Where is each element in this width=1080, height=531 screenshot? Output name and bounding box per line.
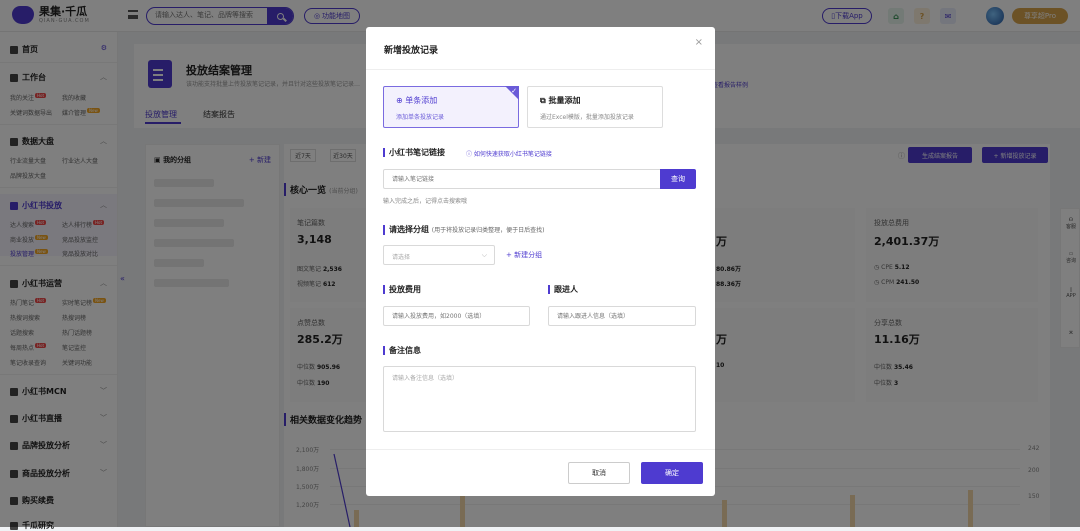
- add-group-link[interactable]: + 新建分组: [506, 250, 542, 260]
- add-record-modal: 新增投放记录 × ⊕ 单条添加 添加单条投放记录 ✓ ⧉ 批量添加 通过Exce…: [366, 27, 715, 496]
- group-select-placeholder: 请选择: [392, 254, 411, 261]
- modal-divider: [366, 69, 715, 70]
- group-label: 请选择分组 (用于将投放记录归类整理，便于日后查找): [383, 225, 544, 235]
- cost-label: 投放费用: [383, 285, 421, 294]
- single-add-desc: 添加单条投放记录: [396, 114, 445, 121]
- check-icon: ✓: [511, 87, 517, 95]
- link-help-text: 如何快速获取小红书笔记链接: [473, 151, 552, 158]
- question-icon: ⓘ: [466, 151, 474, 158]
- batch-add-title-text: 批量添加: [548, 96, 581, 105]
- follower-input[interactable]: [548, 306, 696, 326]
- batch-add-desc: 通过Excel模版，批量添加投放记录: [540, 114, 634, 121]
- group-select[interactable]: 请选择 ⌵: [383, 245, 495, 265]
- query-button[interactable]: 查询: [660, 169, 696, 189]
- group-hint: (用于将投放记录归类整理，便于日后查找): [431, 227, 545, 234]
- single-add-title: ⊕ 单条添加: [396, 95, 437, 106]
- modal-footer-divider: [366, 449, 715, 450]
- single-add-title-text: 单条添加: [405, 96, 438, 105]
- cost-input[interactable]: [383, 306, 530, 326]
- group-label-text: 请选择分组: [389, 225, 429, 234]
- batch-add-option[interactable]: ⧉ 批量添加 通过Excel模版，批量添加投放记录: [527, 86, 663, 128]
- modal-title: 新增投放记录: [384, 46, 439, 56]
- remark-textarea[interactable]: 请输入备注信息（选填）: [383, 366, 696, 432]
- note-link-input[interactable]: [383, 169, 661, 189]
- link-label: 小红书笔记链接: [383, 148, 445, 157]
- batch-add-title: ⧉ 批量添加: [540, 95, 581, 106]
- close-icon[interactable]: ×: [695, 37, 703, 48]
- confirm-button[interactable]: 确定: [641, 462, 703, 484]
- copy-icon: ⧉: [540, 96, 549, 105]
- remark-label: 备注信息: [383, 346, 421, 355]
- link-help-text: 输入完成之后，记得点击搜索哦: [383, 198, 468, 205]
- cancel-button[interactable]: 取消: [568, 462, 630, 484]
- single-add-option[interactable]: ⊕ 单条添加 添加单条投放记录 ✓: [383, 86, 519, 128]
- link-help-link[interactable]: ⓘ 如何快速获取小红书笔记链接: [466, 149, 552, 158]
- follower-label: 跟进人: [548, 285, 578, 294]
- chevron-down-icon: ⌵: [481, 251, 487, 259]
- plus-circle-icon: ⊕: [396, 96, 406, 105]
